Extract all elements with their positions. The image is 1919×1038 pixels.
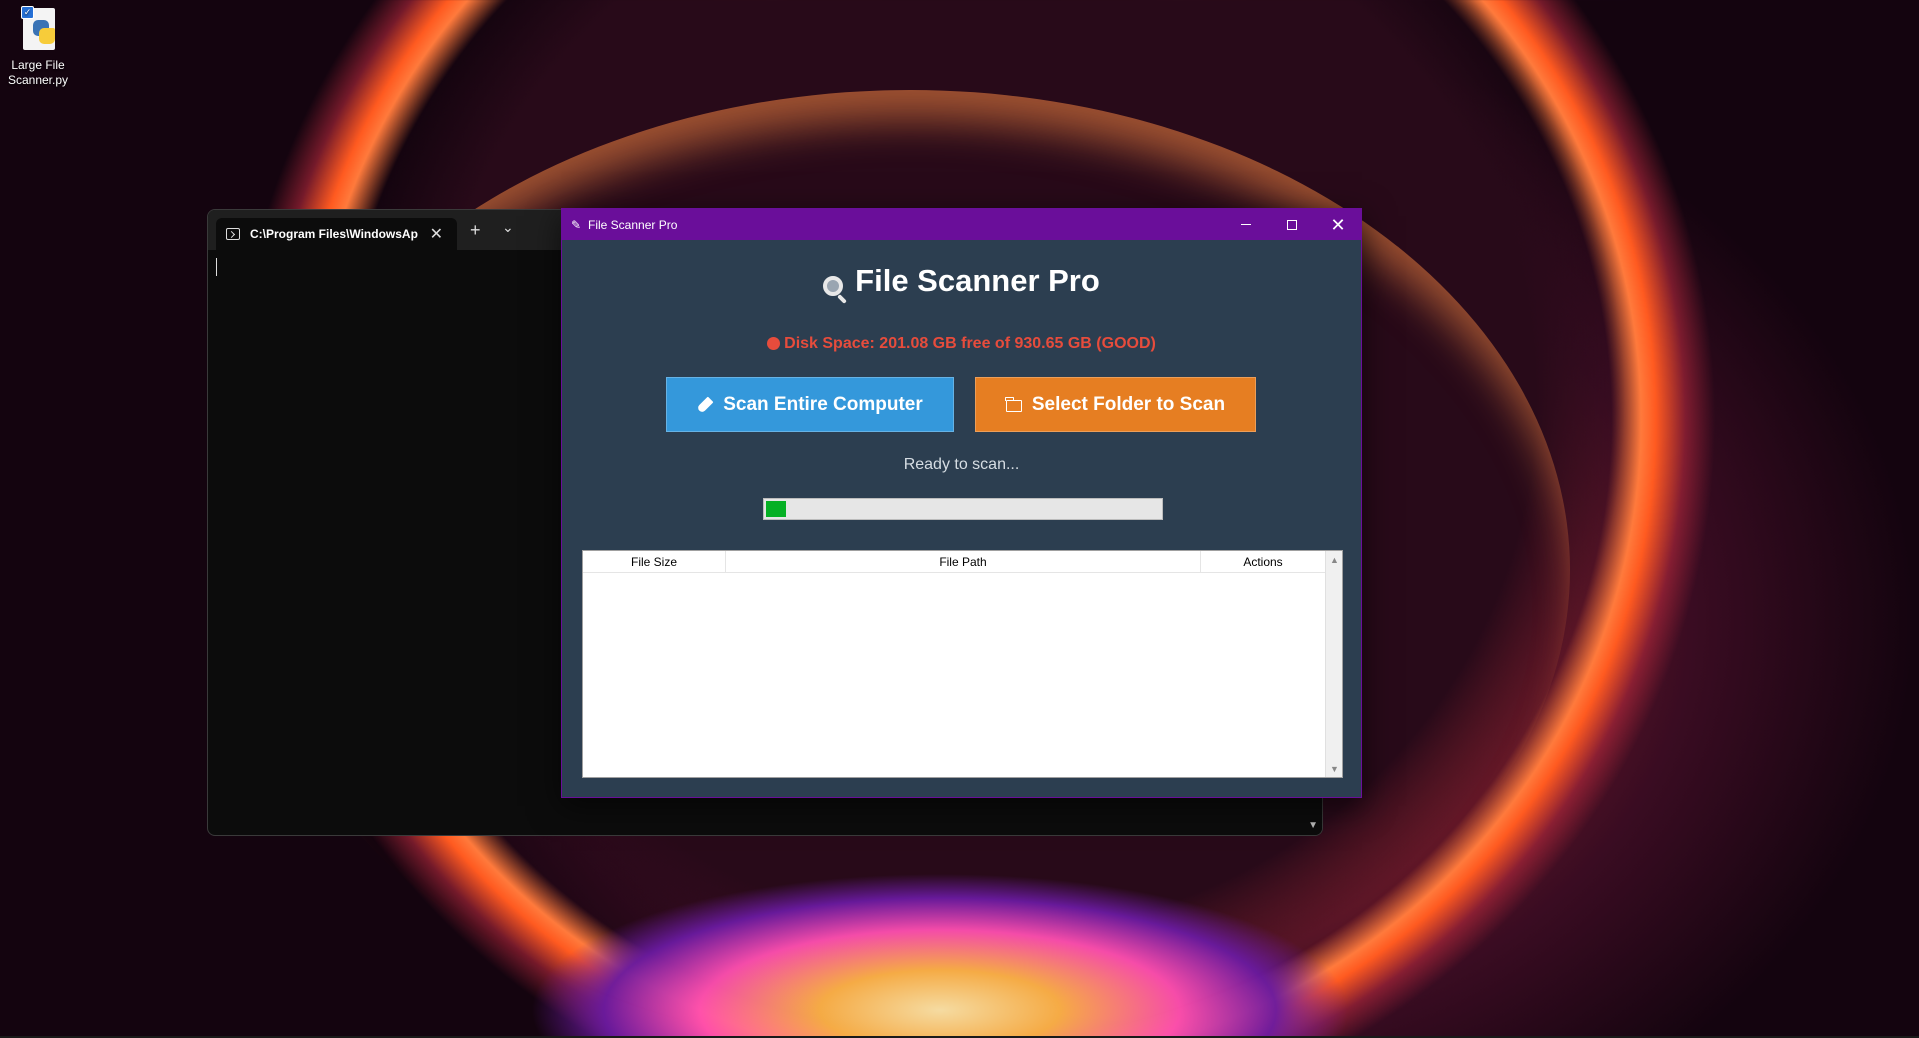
progress-bar [763,498,1163,520]
app-titlebar[interactable]: ✎ File Scanner Pro ✕ [562,209,1361,240]
tab-dropdown-icon[interactable]: ⌄ [502,219,514,236]
disk-status: Disk Space: 201.08 GB free of 930.65 GB … [562,335,1361,353]
python-file-icon: ✓ [15,6,61,56]
select-folder-button[interactable]: Select Folder to Scan [975,377,1256,432]
new-tab-button[interactable]: + [470,220,481,241]
results-table[interactable]: File Size File Path Actions ▲ ▼ [582,550,1343,778]
rocket-icon [696,396,714,413]
page-title: File Scanner Pro [562,263,1361,299]
minimize-icon [1241,224,1251,225]
file-scanner-window[interactable]: ✎ File Scanner Pro ✕ File Scanner Pro Di… [561,208,1362,798]
status-dot-icon [767,337,781,350]
scan-entire-computer-button[interactable]: Scan Entire Computer [666,377,954,432]
desktop-icon-label: Large File Scanner.py [7,58,69,87]
tab-close-icon[interactable]: ✕ [430,224,443,244]
minimize-button[interactable] [1223,209,1269,240]
table-scrollbar[interactable]: ▲ ▼ [1325,551,1342,777]
page-title-text: File Scanner Pro [855,263,1100,298]
scan-status: Ready to scan... [903,456,1020,473]
progress-fill [766,501,786,517]
scroll-down-icon[interactable]: ▼ [1308,820,1318,831]
window-title: File Scanner Pro [588,217,678,232]
desktop-icon-large-file-scanner[interactable]: ✓ Large File Scanner.py [4,6,72,88]
column-header-file-size[interactable]: File Size [583,551,726,572]
scroll-up-icon[interactable]: ▲ [1326,551,1343,568]
close-icon: ✕ [1330,214,1346,235]
column-header-file-path[interactable]: File Path [726,551,1201,572]
scan-entire-computer-label: Scan Entire Computer [723,393,923,415]
maximize-button[interactable] [1269,209,1315,240]
table-header: File Size File Path Actions [583,551,1325,573]
column-header-actions[interactable]: Actions [1201,551,1325,572]
disk-status-text: Disk Space: 201.08 GB free of 930.65 GB … [784,335,1156,352]
magnifier-icon [823,276,844,296]
terminal-cursor [216,258,217,276]
terminal-tab[interactable]: C:\Program Files\WindowsAp ✕ [216,218,457,250]
maximize-icon [1287,219,1297,230]
terminal-icon [226,228,240,240]
close-button[interactable]: ✕ [1315,209,1361,240]
select-folder-label: Select Folder to Scan [1031,393,1226,415]
terminal-tab-title: C:\Program Files\WindowsAp [250,227,418,241]
feather-icon: ✎ [571,217,582,232]
scroll-down-icon[interactable]: ▼ [1326,760,1343,777]
folder-icon [1005,396,1022,412]
